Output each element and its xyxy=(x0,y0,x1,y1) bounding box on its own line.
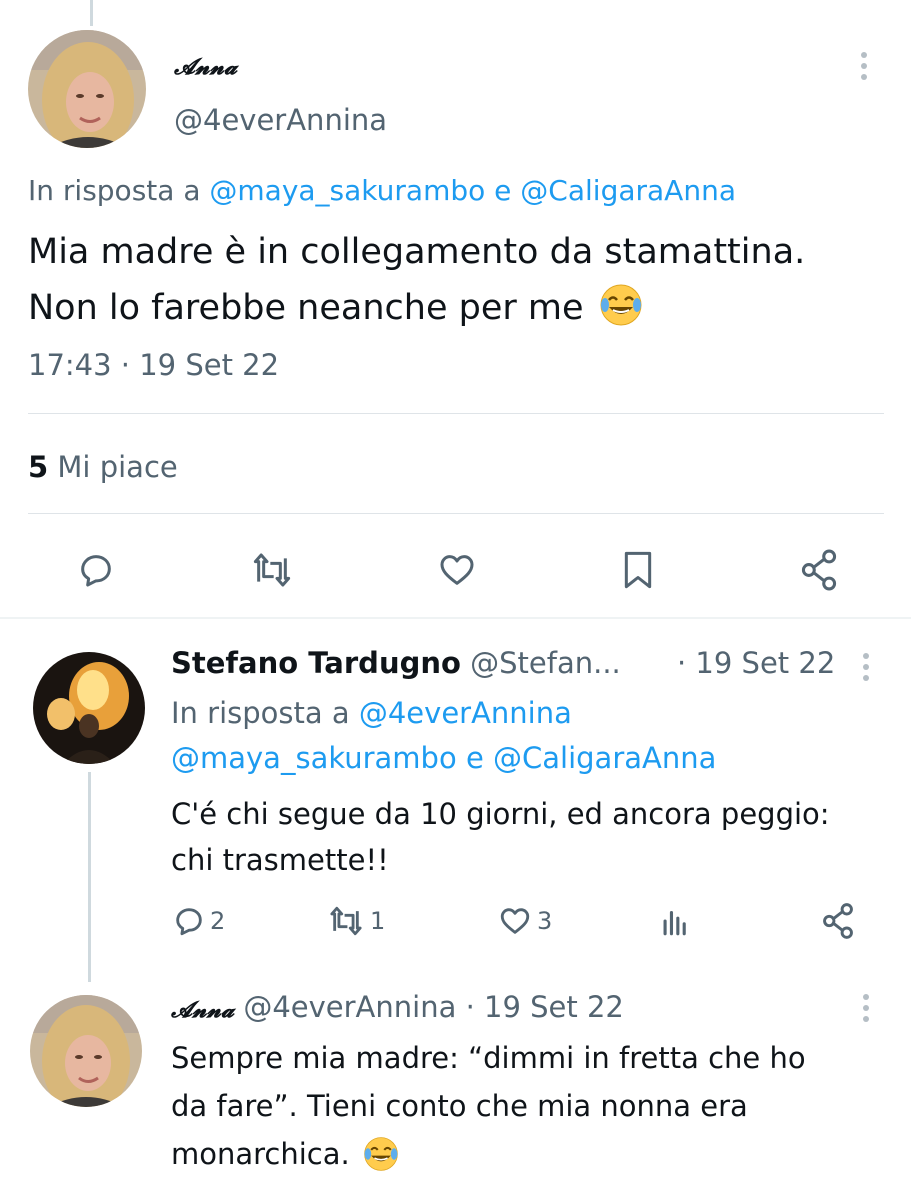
reply-conjunction: e xyxy=(494,174,512,207)
reply-to-line: @maya_sakurambo e @CaligaraAnna xyxy=(171,741,716,775)
likes-label: Mi piace xyxy=(57,450,178,484)
retweet-metric[interactable]: 1 xyxy=(326,904,385,938)
thread-connector xyxy=(88,772,91,982)
tweet-text-line: C'é chi segue da 10 giorni, ed ancora pe… xyxy=(171,797,830,831)
thread-connector-top xyxy=(90,0,93,26)
tweet-text-line: Mia madre è in collegamento da stamattin… xyxy=(28,232,806,272)
avatar[interactable] xyxy=(28,30,146,148)
likes-count[interactable]: 5 Mi piace xyxy=(28,450,178,484)
tweet-text-line: Non lo farebbe neanche per me xyxy=(28,280,898,344)
mention-link[interactable]: @maya_sakurambo xyxy=(171,741,457,775)
laughing-emoji-icon xyxy=(599,283,643,344)
tweet-text-line: monarchica. xyxy=(171,1130,806,1186)
mention-link[interactable]: @4everAnnina xyxy=(359,696,572,730)
handle[interactable]: @4everAnnina xyxy=(174,103,387,137)
tweet-text: Mia madre è in collegamento da stamattin… xyxy=(28,224,898,344)
reply-count: 2 xyxy=(210,907,226,935)
retweet-count: 1 xyxy=(370,907,386,935)
reply-date[interactable]: · 19 Set 22 xyxy=(677,646,835,680)
reply-header: Stefano Tardugno @Stefan... xyxy=(171,646,621,680)
divider xyxy=(28,513,884,514)
tweet-text-line: chi trasmette!! xyxy=(171,843,389,877)
mention-link[interactable]: @maya_sakurambo xyxy=(209,174,485,207)
avatar[interactable] xyxy=(30,995,142,1107)
tweet-text-line-content: monarchica. xyxy=(171,1137,350,1171)
bookmark-icon[interactable] xyxy=(618,548,658,592)
tweet-text-line: Sempre mia madre: “dimmi in fretta che h… xyxy=(171,1041,806,1075)
likes-number: 5 xyxy=(28,450,49,484)
mention-link[interactable]: @CaligaraAnna xyxy=(520,174,736,207)
tweet-timestamp[interactable]: 17:43 · 19 Set 22 xyxy=(28,348,279,382)
reply-conjunction: e xyxy=(465,741,484,775)
reply-to-line: In risposta a @4everAnnina xyxy=(171,696,572,730)
display-name[interactable]: 𝓐𝓷𝓷𝓪 xyxy=(174,54,237,80)
reply-date[interactable]: · 19 Set 22 xyxy=(466,990,624,1024)
more-options-icon[interactable] xyxy=(862,994,870,1022)
display-name[interactable]: 𝓐𝓷𝓷𝓪 xyxy=(171,997,234,1023)
share-icon[interactable] xyxy=(820,902,856,940)
like-icon[interactable] xyxy=(436,550,478,590)
display-name[interactable]: Stefano Tardugno xyxy=(171,646,461,680)
mention-link[interactable]: @CaligaraAnna xyxy=(493,741,716,775)
tweet-text-line-content: Non lo farebbe neanche per me xyxy=(28,288,584,328)
reply-to-label: In risposta a xyxy=(171,696,350,730)
share-icon[interactable] xyxy=(798,548,840,592)
handle[interactable]: @Stefan... xyxy=(470,646,621,680)
handle[interactable]: @4everAnnina xyxy=(243,990,456,1024)
section-divider xyxy=(0,617,911,619)
reply-to-label: In risposta a xyxy=(28,174,201,207)
laughing-emoji-icon xyxy=(363,1136,399,1186)
like-count: 3 xyxy=(537,907,553,935)
reply-header: 𝓐𝓷𝓷𝓪 @4everAnnina · 19 Set 22 xyxy=(171,990,624,1024)
tweet-text: C'é chi segue da 10 giorni, ed ancora pe… xyxy=(171,791,830,883)
tweet-text: Sempre mia madre: “dimmi in fretta che h… xyxy=(171,1034,806,1186)
like-metric[interactable]: 3 xyxy=(497,904,552,938)
reply-to-line: In risposta a @maya_sakurambo e @Caligar… xyxy=(28,174,736,207)
views-icon[interactable] xyxy=(658,904,692,938)
divider xyxy=(28,413,884,414)
more-options-icon[interactable] xyxy=(860,52,868,80)
avatar[interactable] xyxy=(33,652,145,764)
tweet-text-line: da fare”. Tieni conto che mia nonna era xyxy=(171,1089,748,1123)
reply-icon[interactable] xyxy=(76,550,116,590)
retweet-icon[interactable] xyxy=(250,550,294,590)
more-options-icon[interactable] xyxy=(862,653,870,681)
reply-metric[interactable]: 2 xyxy=(172,904,225,938)
